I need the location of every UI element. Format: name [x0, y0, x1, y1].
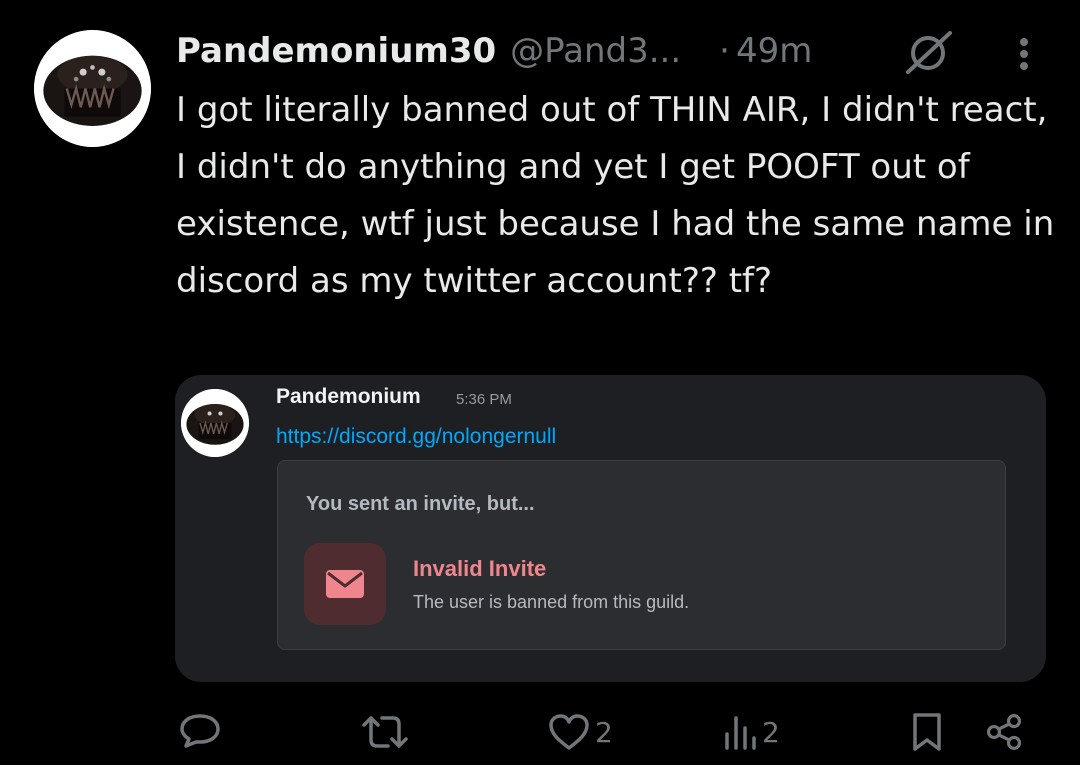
discord-invite-link: https://discord.gg/nolongernull	[276, 425, 557, 448]
views-button[interactable]: 2	[722, 708, 780, 756]
retweet-icon	[360, 712, 410, 752]
retweet-button[interactable]	[360, 708, 410, 756]
grok-icon[interactable]	[904, 30, 954, 74]
tweet-text: I got literally banned out of THIN AIR, …	[176, 90, 1055, 301]
discord-timestamp: 5:36 PM	[456, 391, 512, 408]
separator-dot: ·	[719, 31, 730, 71]
reply-button[interactable]	[178, 708, 222, 756]
tweet-time[interactable]: 49m	[736, 31, 812, 71]
envelope-icon	[304, 543, 386, 625]
share-button[interactable]	[984, 708, 1024, 756]
invite-subtitle: The user is banned from this guild.	[413, 592, 690, 612]
invite-card: You sent an invite, but... Invalid Invit…	[277, 460, 1006, 650]
tweet-actions: 2 2	[0, 708, 1080, 765]
invite-title: Invalid Invite	[413, 556, 547, 581]
author-display-name[interactable]: Pandemonium30	[176, 31, 496, 71]
discord-username: Pandemonium	[276, 385, 421, 408]
tweet-header: Pandemonium30 @Pand3... · 49m	[176, 27, 812, 75]
author-handle[interactable]: @Pand3...	[510, 31, 681, 71]
share-icon	[984, 712, 1024, 752]
more-icon[interactable]	[1012, 36, 1036, 76]
author-avatar[interactable]	[34, 30, 151, 147]
like-button[interactable]: 2	[547, 708, 613, 756]
views-icon	[722, 712, 758, 752]
views-count: 2	[762, 715, 780, 749]
invite-heading: You sent an invite, but...	[306, 493, 535, 515]
attached-image[interactable]: Pandemonium 5:36 PM https://discord.gg/n…	[175, 375, 1046, 682]
bookmark-button[interactable]	[910, 708, 944, 756]
discord-avatar	[181, 389, 249, 457]
like-icon	[547, 712, 591, 752]
reply-icon	[178, 712, 222, 752]
like-count: 2	[595, 715, 613, 749]
bookmark-icon	[910, 711, 944, 753]
